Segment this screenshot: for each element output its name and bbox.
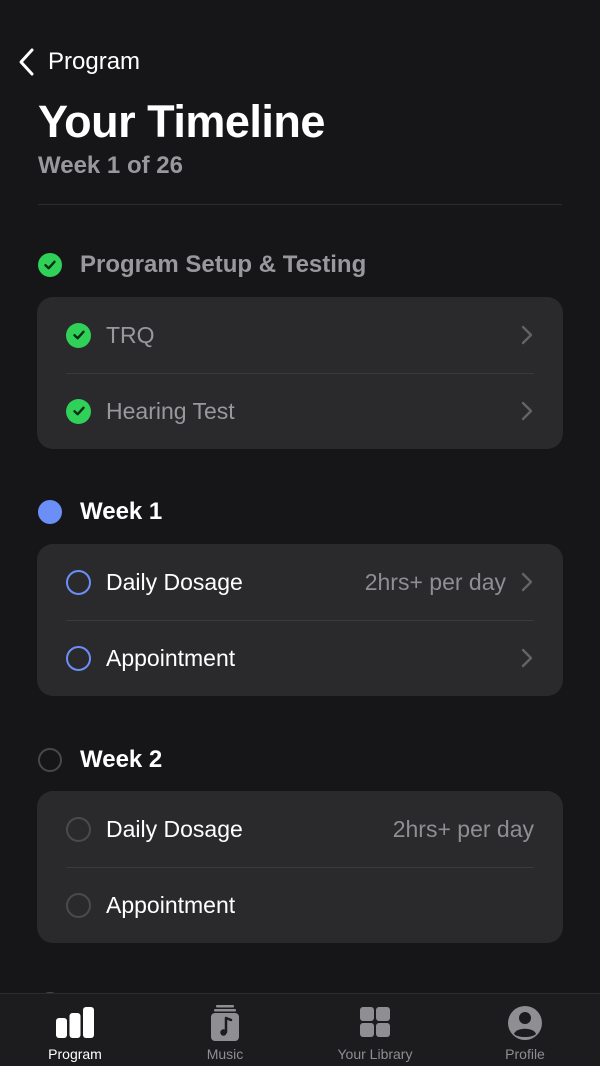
circle-icon — [38, 748, 62, 772]
section-card-week-1: Daily Dosage 2hrs+ per day Appointment — [37, 544, 563, 696]
back-label: Program — [48, 48, 141, 75]
section-card-week-2: Daily Dosage 2hrs+ per day Appointment — [37, 791, 563, 943]
circle-icon — [66, 892, 91, 918]
item-label: Daily Dosage — [106, 568, 243, 595]
page-title: Your Timeline — [38, 96, 325, 147]
section-title: Week 2 — [80, 746, 163, 773]
section-header-week-2: Week 2 — [38, 746, 162, 774]
page-subtitle: Week 1 of 26 — [38, 152, 183, 179]
tab-bar: Program Music Your Library Profile — [0, 993, 600, 1066]
chevron-right-icon — [521, 572, 533, 592]
list-item-trq[interactable]: TRQ — [37, 297, 563, 373]
chevron-right-icon — [521, 401, 533, 421]
tab-program[interactable]: Program — [0, 994, 150, 1066]
item-value: 2hrs+ per day — [392, 815, 534, 842]
tab-profile[interactable]: Profile — [450, 994, 600, 1066]
list-item-daily-dosage[interactable]: Daily Dosage 2hrs+ per day — [37, 544, 563, 620]
bar-chart-icon — [56, 1007, 94, 1038]
chevron-right-icon — [521, 325, 533, 345]
list-item-hearing-test[interactable]: Hearing Test — [37, 373, 563, 449]
chevron-left-icon — [19, 48, 34, 76]
list-item-daily-dosage[interactable]: Daily Dosage 2hrs+ per day — [37, 791, 563, 867]
item-value: 2hrs+ per day — [364, 568, 506, 595]
check-circle-icon — [66, 322, 91, 348]
section-header-setup: Program Setup & Testing — [38, 251, 366, 279]
circle-icon — [66, 816, 91, 842]
grid-icon — [360, 1007, 390, 1037]
music-note-icon — [211, 1005, 239, 1041]
section-header-week-1: Week 1 — [38, 498, 162, 526]
tab-your-library[interactable]: Your Library — [300, 994, 450, 1066]
item-label: Appointment — [106, 891, 236, 918]
circle-icon — [66, 645, 91, 671]
chevron-right-icon — [521, 648, 533, 668]
tab-label: Music — [206, 1046, 244, 1062]
tab-label: Your Library — [337, 1046, 413, 1062]
circle-icon — [66, 569, 91, 595]
tab-music[interactable]: Music — [150, 994, 300, 1066]
filled-circle-icon — [38, 500, 62, 524]
tab-label: Program — [48, 1046, 102, 1062]
section-title: Program Setup & Testing — [80, 251, 367, 278]
check-circle-icon — [38, 253, 62, 277]
section-title: Week 1 — [80, 498, 163, 525]
item-label: TRQ — [106, 321, 155, 348]
person-icon — [508, 1006, 542, 1040]
check-circle-icon — [66, 398, 91, 424]
section-card-setup: TRQ Hearing Test — [37, 297, 563, 449]
tab-label: Profile — [505, 1046, 545, 1062]
divider — [38, 204, 562, 205]
list-item-appointment[interactable]: Appointment — [37, 620, 563, 696]
list-item-appointment[interactable]: Appointment — [37, 867, 563, 943]
item-label: Appointment — [106, 644, 236, 671]
item-label: Hearing Test — [106, 397, 235, 424]
back-button[interactable]: Program — [16, 42, 140, 82]
item-label: Daily Dosage — [106, 815, 243, 842]
